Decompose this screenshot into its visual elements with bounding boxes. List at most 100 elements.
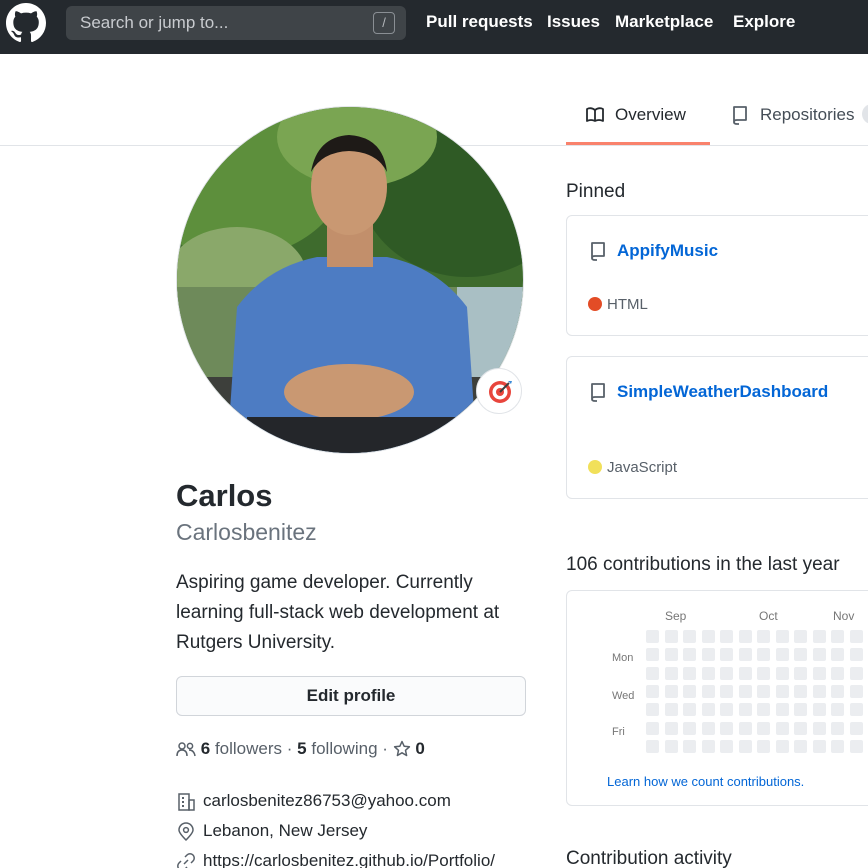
contribution-day-cell[interactable] bbox=[738, 739, 752, 753]
contribution-day-cell[interactable] bbox=[849, 630, 863, 643]
contribution-day-cell[interactable] bbox=[646, 666, 659, 680]
contribution-day-cell[interactable] bbox=[738, 630, 752, 643]
contribution-day-cell[interactable] bbox=[720, 630, 733, 643]
contribution-day-cell[interactable] bbox=[701, 721, 715, 735]
contribution-day-cell[interactable] bbox=[775, 666, 789, 680]
email-link[interactable]: carlosbenitez86753@yahoo.com bbox=[203, 791, 451, 811]
contribution-day-cell[interactable] bbox=[794, 630, 807, 643]
contribution-day-cell[interactable] bbox=[849, 739, 863, 753]
contribution-day-cell[interactable] bbox=[849, 648, 863, 662]
contribution-day-cell[interactable] bbox=[683, 630, 696, 643]
github-logo-icon[interactable] bbox=[6, 3, 46, 43]
contribution-day-cell[interactable] bbox=[683, 703, 696, 717]
avatar[interactable] bbox=[176, 106, 524, 454]
contribution-day-cell[interactable] bbox=[794, 739, 807, 753]
contribution-day-cell[interactable] bbox=[664, 721, 678, 735]
contribution-day-cell[interactable] bbox=[812, 703, 826, 717]
contribution-day-cell[interactable] bbox=[720, 703, 733, 717]
contribution-day-cell[interactable] bbox=[701, 666, 715, 680]
contribution-day-cell[interactable] bbox=[831, 666, 844, 680]
contribution-day-cell[interactable] bbox=[775, 648, 789, 662]
contribution-day-cell[interactable] bbox=[812, 739, 826, 753]
contribution-day-cell[interactable] bbox=[831, 630, 844, 643]
contribution-day-cell[interactable] bbox=[775, 630, 789, 643]
nav-explore[interactable]: Explore bbox=[733, 12, 795, 32]
contribution-day-cell[interactable] bbox=[757, 684, 770, 698]
nav-pull-requests[interactable]: Pull requests bbox=[426, 12, 533, 32]
repo-link-simpleweatherdashboard[interactable]: SimpleWeatherDashboard bbox=[617, 382, 828, 402]
contribution-day-cell[interactable] bbox=[720, 739, 733, 753]
contribution-day-cell[interactable] bbox=[683, 666, 696, 680]
contribution-day-cell[interactable] bbox=[646, 648, 659, 662]
contribution-day-cell[interactable] bbox=[720, 684, 733, 698]
contribution-day-cell[interactable] bbox=[757, 739, 770, 753]
contribution-day-cell[interactable] bbox=[831, 648, 844, 662]
contribution-day-cell[interactable] bbox=[794, 684, 807, 698]
stars-count[interactable]: 0 bbox=[415, 739, 424, 759]
followers-count[interactable]: 6 bbox=[201, 739, 210, 759]
contribution-day-cell[interactable] bbox=[646, 721, 659, 735]
contribution-day-cell[interactable] bbox=[794, 703, 807, 717]
contribution-day-cell[interactable] bbox=[794, 666, 807, 680]
contribution-day-cell[interactable] bbox=[701, 648, 715, 662]
contribution-day-cell[interactable] bbox=[683, 648, 696, 662]
nav-marketplace[interactable]: Marketplace bbox=[615, 12, 713, 32]
contribution-day-cell[interactable] bbox=[757, 648, 770, 662]
contribution-day-cell[interactable] bbox=[831, 684, 844, 698]
contribution-day-cell[interactable] bbox=[849, 666, 863, 680]
contribution-day-cell[interactable] bbox=[831, 703, 844, 717]
contribution-day-cell[interactable] bbox=[720, 721, 733, 735]
edit-profile-button[interactable]: Edit profile bbox=[176, 676, 526, 716]
tab-repositories[interactable]: Repositories bbox=[730, 100, 868, 145]
contribution-day-cell[interactable] bbox=[757, 703, 770, 717]
contribution-day-cell[interactable] bbox=[757, 721, 770, 735]
contribution-day-cell[interactable] bbox=[701, 703, 715, 717]
contribution-day-cell[interactable] bbox=[683, 684, 696, 698]
contribution-day-cell[interactable] bbox=[775, 703, 789, 717]
contribution-day-cell[interactable] bbox=[720, 666, 733, 680]
contribution-day-cell[interactable] bbox=[664, 739, 678, 753]
contribution-day-cell[interactable] bbox=[701, 739, 715, 753]
star-icon[interactable] bbox=[393, 739, 411, 759]
nav-issues[interactable]: Issues bbox=[547, 12, 600, 32]
contribution-day-cell[interactable] bbox=[738, 721, 752, 735]
tab-overview[interactable]: Overview bbox=[566, 100, 710, 145]
contribution-day-cell[interactable] bbox=[794, 648, 807, 662]
contribution-day-cell[interactable] bbox=[701, 684, 715, 698]
contribution-day-cell[interactable] bbox=[757, 630, 770, 643]
contribution-day-cell[interactable] bbox=[738, 666, 752, 680]
contribution-day-cell[interactable] bbox=[646, 684, 659, 698]
contribution-day-cell[interactable] bbox=[738, 648, 752, 662]
website-link[interactable]: https://carlosbenitez.github.io/Portfoli… bbox=[203, 851, 495, 868]
contribution-day-cell[interactable] bbox=[849, 703, 863, 717]
contribution-day-cell[interactable] bbox=[738, 703, 752, 717]
followers-link[interactable]: followers bbox=[215, 739, 282, 759]
contribution-day-cell[interactable] bbox=[720, 648, 733, 662]
contribution-day-cell[interactable] bbox=[664, 684, 678, 698]
contribution-day-cell[interactable] bbox=[812, 630, 826, 643]
contribution-day-cell[interactable] bbox=[849, 721, 863, 735]
contribution-day-cell[interactable] bbox=[775, 721, 789, 735]
contribution-day-cell[interactable] bbox=[701, 630, 715, 643]
contribution-day-cell[interactable] bbox=[664, 648, 678, 662]
contribution-day-cell[interactable] bbox=[775, 684, 789, 698]
contribution-day-cell[interactable] bbox=[664, 666, 678, 680]
contribution-day-cell[interactable] bbox=[775, 739, 789, 753]
contribution-day-cell[interactable] bbox=[812, 684, 826, 698]
contribution-day-cell[interactable] bbox=[646, 739, 659, 753]
contribution-day-cell[interactable] bbox=[646, 703, 659, 717]
learn-contributions-link[interactable]: Learn how we count contributions. bbox=[607, 774, 804, 789]
contribution-day-cell[interactable] bbox=[812, 721, 826, 735]
contribution-day-cell[interactable] bbox=[812, 648, 826, 662]
search-input[interactable]: Search or jump to... / bbox=[66, 6, 406, 40]
contribution-day-cell[interactable] bbox=[849, 684, 863, 698]
following-count[interactable]: 5 bbox=[297, 739, 306, 759]
contribution-day-cell[interactable] bbox=[646, 630, 659, 643]
contribution-day-cell[interactable] bbox=[683, 721, 696, 735]
contribution-day-cell[interactable] bbox=[738, 684, 752, 698]
contribution-day-cell[interactable] bbox=[831, 739, 844, 753]
following-link[interactable]: following bbox=[311, 739, 377, 759]
contribution-day-cell[interactable] bbox=[664, 630, 678, 643]
status-badge[interactable] bbox=[476, 368, 522, 414]
contribution-day-cell[interactable] bbox=[812, 666, 826, 680]
